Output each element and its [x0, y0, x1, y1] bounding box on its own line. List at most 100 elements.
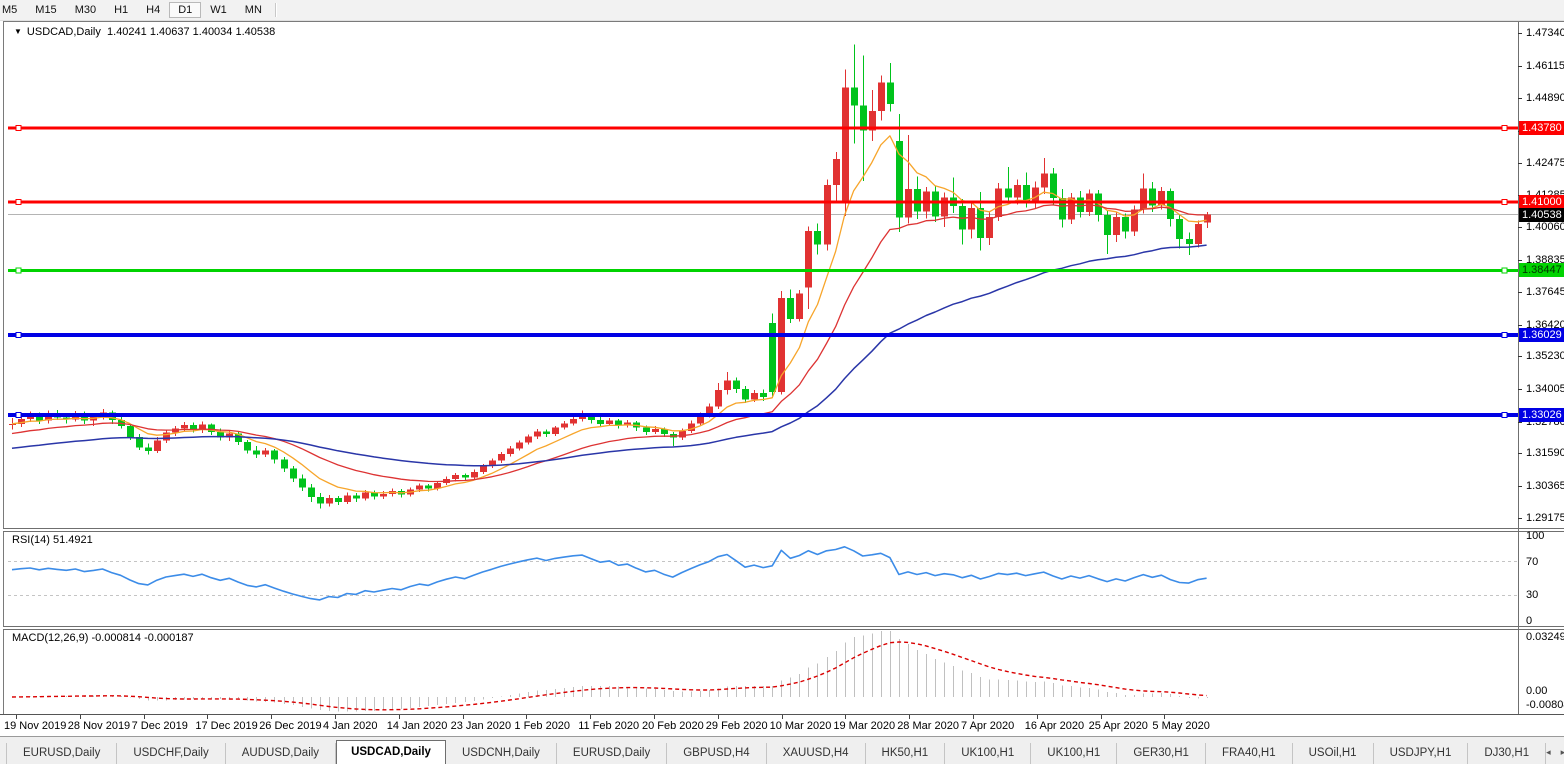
price-axis-label: 1.37645: [1526, 286, 1564, 298]
timeframe-toolbar: M5M15M30H1H4D1W1MN: [0, 0, 1564, 21]
timeframe-button-H4[interactable]: H4: [137, 2, 169, 18]
chart-tab-usdcnh-daily[interactable]: USDCNH,Daily: [446, 743, 557, 764]
price-axis-tick: [1518, 292, 1522, 293]
time-axis-label: 7 Apr 2020: [961, 720, 1014, 732]
time-axis-tick: [207, 715, 208, 719]
time-axis-label: 19 Mar 2020: [833, 720, 895, 732]
chart-tab-eurusd-daily[interactable]: EURUSD,Daily: [557, 743, 667, 764]
price-axis-label: 1.29175: [1526, 512, 1564, 524]
price-axis-tick: [1518, 260, 1522, 261]
time-axis-label: 16 Apr 2020: [1025, 720, 1084, 732]
time-axis-label: 19 Nov 2019: [4, 720, 66, 732]
price-axis-label: 1.40060: [1526, 221, 1564, 233]
chart-tab-gbpusd-h4[interactable]: GBPUSD,H4: [667, 743, 766, 764]
chart-tab-xauusd-h4[interactable]: XAUUSD,H4: [767, 743, 866, 764]
rsi-axis-label: 30: [1526, 589, 1538, 601]
time-axis-label: 29 Feb 2020: [706, 720, 768, 732]
time-axis-tick: [590, 715, 591, 719]
tab-scroll-nav: ◂▸: [1546, 747, 1564, 764]
price-axis-tick: [1518, 98, 1522, 99]
chart-tab-eurusd-daily[interactable]: EURUSD,Daily: [6, 743, 117, 764]
macd-label: MACD(12,26,9) -0.000814 -0.000187: [12, 632, 194, 644]
price-axis-tick: [1518, 453, 1522, 454]
time-axis-tick: [271, 715, 272, 719]
timeframe-button-M5[interactable]: M5: [0, 2, 26, 18]
price-axis-label: 1.44890: [1526, 92, 1564, 104]
price-axis-label: 1.46115: [1526, 60, 1564, 72]
price-chart-canvas[interactable]: [8, 22, 1518, 528]
chart-symbol-label: USDCAD,Daily: [27, 26, 101, 38]
hline-price-badge: 1.38447: [1519, 263, 1564, 277]
chart-tab-fra40-h1[interactable]: FRA40,H1: [1206, 743, 1293, 764]
price-axis-tick: [1518, 486, 1522, 487]
time-axis-label: 20 Feb 2020: [642, 720, 704, 732]
chart-tab-usdcad-daily[interactable]: USDCAD,Daily: [336, 740, 446, 764]
chart-tab-usdjpy-h1[interactable]: USDJPY,H1: [1374, 743, 1469, 764]
time-axis-label: 11 Feb 2020: [578, 720, 639, 732]
price-axis-label: 1.34005: [1526, 383, 1564, 395]
timeframe-button-D1[interactable]: D1: [169, 2, 201, 18]
time-axis-tick: [1037, 715, 1038, 719]
tab-scroll-left-icon[interactable]: ◂: [1546, 747, 1551, 758]
price-axis-label: 1.42475: [1526, 157, 1564, 169]
price-axis-tick: [1518, 356, 1522, 357]
time-axis-label: 10 Mar 2020: [770, 720, 832, 732]
macd-axis-label: 0.00: [1526, 685, 1547, 697]
chart-tab-audusd-daily[interactable]: AUDUSD,Daily: [226, 743, 336, 764]
timeframe-button-H1[interactable]: H1: [105, 2, 137, 18]
chart-tab-dj30-h1[interactable]: DJ30,H1: [1468, 743, 1546, 764]
time-axis-tick: [80, 715, 81, 719]
time-axis-tick: [845, 715, 846, 719]
time-axis-label: 5 May 2020: [1152, 720, 1209, 732]
chart-ohlc-values: 1.40241 1.40637 1.40034 1.40538: [107, 26, 275, 38]
time-axis-label: 1 Feb 2020: [514, 720, 570, 732]
rsi-label: RSI(14) 51.4921: [12, 534, 93, 546]
timeframe-button-M30[interactable]: M30: [66, 2, 105, 18]
toolbar-separator: [275, 3, 276, 17]
rsi-axis-label: 70: [1526, 556, 1538, 568]
hline-price-badge: 1.33026: [1519, 408, 1564, 422]
macd-axis-label: 0.032493: [1526, 631, 1564, 643]
timeframe-button-M15[interactable]: M15: [26, 2, 65, 18]
time-axis-tick: [782, 715, 783, 719]
price-axis-label: 1.35230: [1526, 350, 1564, 362]
time-axis-label: 28 Mar 2020: [897, 720, 959, 732]
time-axis-tick: [1101, 715, 1102, 719]
timeframe-button-W1[interactable]: W1: [201, 2, 236, 18]
chart-tab-ger30-h1[interactable]: GER30,H1: [1117, 743, 1206, 764]
chart-tab-usdchf-daily[interactable]: USDCHF,Daily: [117, 743, 225, 764]
rsi-axis-label: 100: [1526, 530, 1544, 542]
price-axis-tick: [1518, 325, 1522, 326]
time-axis: 19 Nov 201928 Nov 20197 Dec 201917 Dec 2…: [0, 714, 1564, 737]
chart-tab-uk100-h1[interactable]: UK100,H1: [1031, 743, 1117, 764]
time-axis-label: 26 Dec 2019: [259, 720, 321, 732]
hline-price-badge: 1.36029: [1519, 328, 1564, 342]
time-axis-label: 17 Dec 2019: [195, 720, 257, 732]
current-price-badge: 1.40538: [1519, 208, 1564, 222]
price-axis-label: 1.47340: [1526, 27, 1564, 39]
time-axis-tick: [463, 715, 464, 719]
time-axis-tick: [526, 715, 527, 719]
chart-tab-bar: EURUSD,DailyUSDCHF,DailyAUDUSD,DailyUSDC…: [0, 737, 1564, 764]
chart-tab-uk100-h1[interactable]: UK100,H1: [945, 743, 1031, 764]
time-axis-label: 4 Jan 2020: [323, 720, 377, 732]
rsi-canvas[interactable]: [8, 532, 1518, 626]
time-axis-tick: [909, 715, 910, 719]
time-axis-label: 28 Nov 2019: [68, 720, 130, 732]
price-axis-tick: [1518, 227, 1522, 228]
price-axis-tick: [1518, 389, 1522, 390]
time-axis-tick: [399, 715, 400, 719]
timeframe-button-MN[interactable]: MN: [236, 2, 271, 18]
time-axis-tick: [654, 715, 655, 719]
chart-dropdown-icon[interactable]: ▼: [14, 27, 22, 36]
time-axis-tick: [16, 715, 17, 719]
tab-scroll-right-icon[interactable]: ▸: [1561, 747, 1564, 758]
price-axis-tick: [1518, 163, 1522, 164]
chart-tab-hk50-h1[interactable]: HK50,H1: [866, 743, 946, 764]
time-axis-tick: [335, 715, 336, 719]
time-axis-label: 25 Apr 2020: [1089, 720, 1148, 732]
chart-title: ▼ USDCAD,Daily 1.40241 1.40637 1.40034 1.…: [14, 26, 275, 38]
macd-canvas[interactable]: [8, 630, 1518, 714]
chart-tab-usoil-h1[interactable]: USOil,H1: [1293, 743, 1374, 764]
price-axis: 1.473401.461151.448901.436651.424751.412…: [1518, 22, 1564, 714]
